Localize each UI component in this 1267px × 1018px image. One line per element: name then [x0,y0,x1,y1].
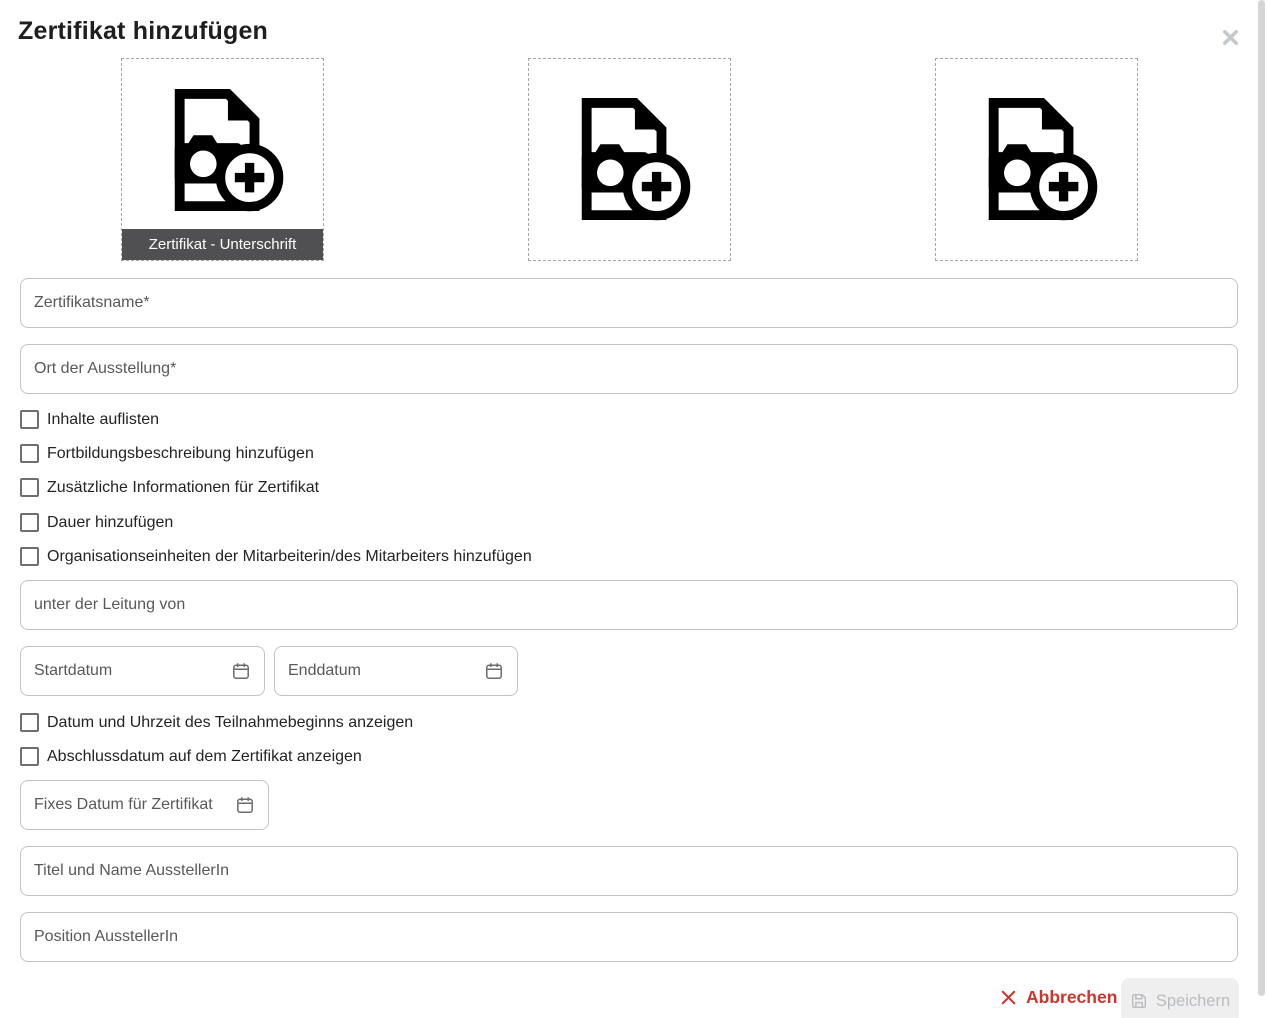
checkbox-label: Datum und Uhrzeit des Teilnahmebeginns a… [47,713,413,732]
close-button[interactable] [1218,25,1242,49]
checkbox-row-org-units: Organisationseinheiten der Mitarbeiterin… [20,547,532,566]
cancel-x-icon [1000,989,1017,1006]
start-date-field [20,646,265,696]
cancel-button-label: Abbrechen [1026,987,1117,1008]
checkbox-row-add-duration: Dauer hinzufügen [20,513,173,532]
checkbox-label: Fortbildungsbeschreibung hinzufügen [47,444,314,463]
checkbox-label: Organisationseinheiten der Mitarbeiterin… [47,547,532,566]
add-photo-document-icon [159,87,287,215]
checkbox-label: Abschlussdatum auf dem Zertifikat anzeig… [47,747,362,766]
checkbox-label: Dauer hinzufügen [47,513,173,532]
close-icon [1222,29,1239,46]
upload-box-label: Zertifikat - Unterschrift [122,229,323,260]
end-date-input[interactable] [288,662,478,680]
add-photo-document-icon [973,96,1101,224]
checkbox-row-training-description: Fortbildungsbeschreibung hinzufügen [20,444,314,463]
issuer-position-input[interactable] [20,912,1238,962]
save-button[interactable]: Speichern [1121,978,1239,1018]
issuer-name-input[interactable] [20,846,1238,896]
calendar-icon[interactable] [484,661,504,681]
checkbox-row-list-contents: Inhalte auflisten [20,410,159,429]
checkbox-row-additional-info: Zusätzliche Informationen für Zertifikat [20,478,319,497]
add-photo-document-icon [566,96,694,224]
save-button-label: Speichern [1156,992,1230,1011]
checkbox-label: Inhalte auflisten [47,410,159,429]
vertical-scrollbar-thumb[interactable] [1258,0,1265,996]
checkbox-row-show-completion-date: Abschlussdatum auf dem Zertifikat anzeig… [20,747,362,766]
calendar-icon[interactable] [235,795,255,815]
add-certificate-dialog: Zertifikat hinzufügen Zertifikat - Unter… [0,0,1267,1018]
checkbox[interactable] [20,444,39,463]
checkbox[interactable] [20,747,39,766]
checkbox[interactable] [20,513,39,532]
fixed-date-field [20,780,269,830]
checkbox[interactable] [20,713,39,732]
fixed-date-input[interactable] [34,796,229,814]
checkbox[interactable] [20,478,39,497]
under-direction-input[interactable] [20,580,1238,630]
certificate-name-input[interactable] [20,278,1238,328]
upload-box-3[interactable] [935,58,1138,261]
start-date-input[interactable] [34,662,225,680]
checkbox[interactable] [20,547,39,566]
upload-box-2[interactable] [528,58,731,261]
cancel-button[interactable]: Abbrechen [996,985,1121,1010]
checkbox-row-show-participation-start: Datum und Uhrzeit des Teilnahmebeginns a… [20,713,413,732]
calendar-icon[interactable] [231,661,251,681]
end-date-field [274,646,518,696]
save-icon [1130,992,1148,1010]
page-title: Zertifikat hinzufügen [18,17,268,46]
checkbox[interactable] [20,410,39,429]
issue-place-input[interactable] [20,344,1238,394]
checkbox-label: Zusätzliche Informationen für Zertifikat [47,478,319,497]
upload-box-certificate-signature[interactable]: Zertifikat - Unterschrift [121,58,324,261]
